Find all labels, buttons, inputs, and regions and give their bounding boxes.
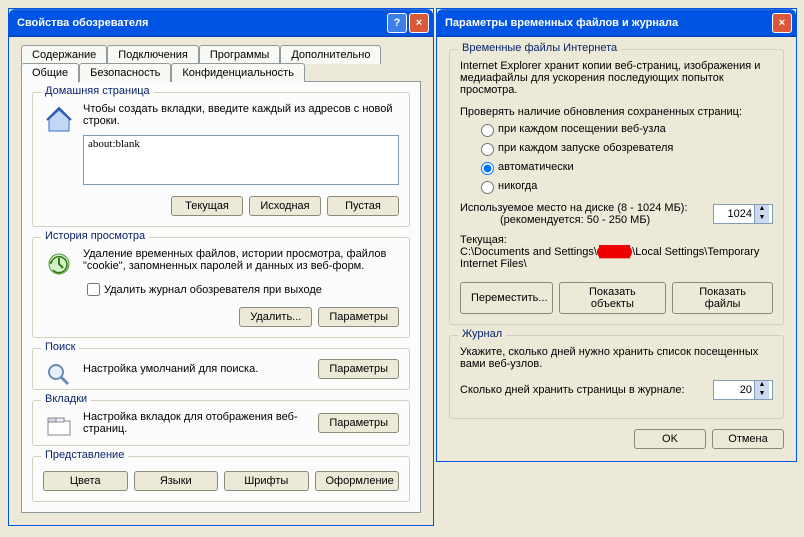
radio-every-start-label: при каждом запуске обозревателя [498,142,673,154]
cancel-button[interactable]: Отмена [712,429,784,449]
fonts-button[interactable]: Шрифты [224,471,309,491]
tab-advanced[interactable]: Дополнительно [280,45,381,64]
tab-content[interactable]: Содержание [21,45,107,64]
search-desc: Настройка умолчаний для поиска. [83,363,318,375]
history-legend: История просмотра [41,230,149,242]
spinner-down-icon[interactable]: ▼ [755,214,769,223]
delete-on-exit-label: Удалить журнал обозревателя при выходе [104,284,322,296]
tabs-settings-button[interactable]: Параметры [318,413,399,433]
search-settings-button[interactable]: Параметры [318,359,399,379]
dialog1-titlebar: Свойства обозревателя ? × [9,9,433,37]
disk-space-hint: (рекомендуется: 50 - 250 МБ) [460,214,713,226]
move-folder-button[interactable]: Переместить... [460,282,553,314]
tab-connections[interactable]: Подключения [107,45,199,64]
accessibility-button[interactable]: Оформление [315,471,400,491]
spinner-down-icon[interactable]: ▼ [755,390,769,399]
radio-every-visit-label: при каждом посещении веб-узла [498,123,666,135]
current-folder-label: Текущая: [460,234,773,246]
colors-button[interactable]: Цвета [43,471,128,491]
home-icon [43,103,75,135]
tabs-icon [43,411,75,443]
tab-privacy[interactable]: Конфиденциальность [171,63,305,82]
home-legend: Домашняя страница [41,85,154,97]
radio-never[interactable] [481,181,494,194]
dialog1-title: Свойства обозревателя [17,17,385,29]
home-desc: Чтобы создать вкладки, введите каждый из… [83,103,399,127]
show-objects-button[interactable]: Показать объекты [559,282,667,314]
home-address-input[interactable]: about:blank [83,135,399,185]
radio-auto[interactable] [481,162,494,175]
home-default-button[interactable]: Исходная [249,196,321,216]
temp-desc: Internet Explorer хранит копии веб-стран… [460,60,773,96]
redacted-username: ████ [597,246,632,258]
radio-every-visit[interactable] [481,124,494,137]
dialog2-titlebar: Параметры временных файлов и журнала × [437,9,796,37]
disk-space-label: Используемое место на диске (8 - 1024 МБ… [460,202,713,214]
tab-security[interactable]: Безопасность [79,63,171,82]
journal-days-label: Сколько дней хранить страницы в журнале: [460,384,713,396]
close-button[interactable]: × [409,13,429,33]
tab-general[interactable]: Общие [21,63,79,83]
history-settings-button[interactable]: Параметры [318,307,399,327]
temp-legend: Временные файлы Интернета [458,42,621,54]
radio-never-label: никогда [498,180,537,192]
journal-days-spinner[interactable]: ▲▼ [713,380,773,400]
folder-path-pre: C:\Documents and Settings\ [460,246,597,258]
tabs-desc: Настройка вкладок для отображения веб-ст… [83,411,318,435]
languages-button[interactable]: Языки [134,471,219,491]
tabs-legend: Вкладки [41,393,91,405]
search-legend: Поиск [41,341,79,353]
ok-button[interactable]: OK [634,429,706,449]
journal-legend: Журнал [458,328,506,340]
radio-auto-label: автоматически [498,161,574,173]
journal-days-input[interactable] [714,381,754,399]
check-updates-label: Проверять наличие обновления сохраненных… [460,106,773,118]
show-files-button[interactable]: Показать файлы [672,282,773,314]
spinner-up-icon[interactable]: ▲ [755,205,769,214]
tab-programs[interactable]: Программы [199,45,280,64]
close-button-2[interactable]: × [772,13,792,33]
appearance-legend: Представление [41,449,128,461]
disk-space-spinner[interactable]: ▲▼ [713,204,773,224]
search-icon [43,359,75,391]
journal-desc: Укажите, сколько дней нужно хранить спис… [460,346,773,370]
delete-on-exit-checkbox[interactable] [87,283,100,296]
spinner-up-icon[interactable]: ▲ [755,381,769,390]
history-delete-button[interactable]: Удалить... [239,307,312,327]
help-button[interactable]: ? [387,13,407,33]
disk-space-input[interactable] [714,205,754,223]
home-current-button[interactable]: Текущая [171,196,243,216]
home-blank-button[interactable]: Пустая [327,196,399,216]
history-desc: Удаление временных файлов, истории просм… [83,248,399,272]
history-icon [43,248,75,280]
dialog2-title: Параметры временных файлов и журнала [445,17,770,29]
current-folder-path: C:\Documents and Settings\████\Local Set… [460,246,773,270]
radio-every-start[interactable] [481,143,494,156]
